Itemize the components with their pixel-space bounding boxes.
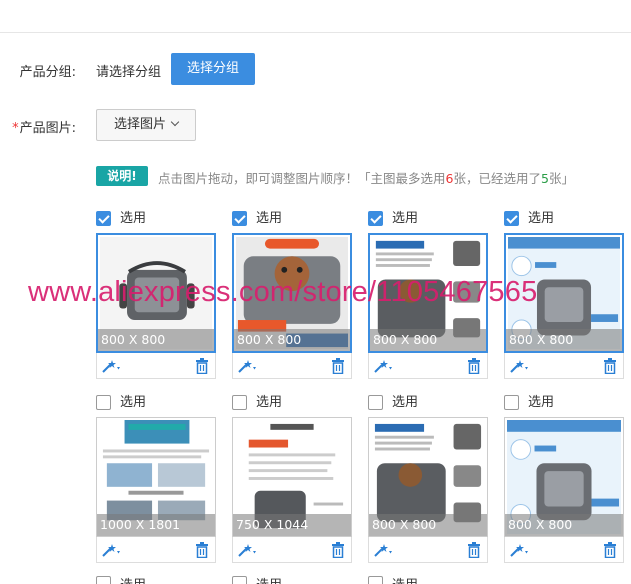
hint-row: 说明! 点击图片拖动，即可调整图片顺序！「主图最多选用6张，已经选用了5张」 xyxy=(96,166,626,186)
image-size-label: 800 X 800 xyxy=(98,329,214,351)
product-group-label: 产品分组: xyxy=(19,65,76,80)
trash-icon[interactable] xyxy=(195,358,209,374)
select-checkbox-label: 选用 xyxy=(256,578,282,584)
select-checkbox-row[interactable]: 选用 xyxy=(96,395,216,411)
select-checkbox-label: 选用 xyxy=(256,395,283,410)
hint-badge: 说明! xyxy=(96,166,148,186)
product-image-label: *产品图片: xyxy=(12,117,76,136)
store-watermark: www.aliexpress.com/store/1105467565 xyxy=(28,276,538,308)
trash-icon[interactable] xyxy=(331,358,345,374)
image-tools xyxy=(96,353,216,379)
hint-text-b: 张，已经选用了 xyxy=(453,171,541,186)
image-size-label: 1000 X 1801 xyxy=(97,514,215,536)
magic-wand-icon[interactable] xyxy=(509,359,531,373)
image-tools xyxy=(368,353,488,379)
product-image-row: *产品图片: 选择图片 xyxy=(0,109,631,141)
select-image-button-label: 选择图片 xyxy=(113,117,166,132)
select-checkbox-row[interactable]: 选用 xyxy=(232,576,352,584)
select-checkbox-row[interactable]: 选用 xyxy=(96,211,216,227)
image-thumbnail[interactable]: 800 X 800 xyxy=(504,417,624,537)
required-mark: * xyxy=(12,121,19,136)
select-checkbox[interactable] xyxy=(232,395,247,410)
magic-wand-icon[interactable] xyxy=(509,543,531,557)
hint-text-a: 点击图片拖动，即可调整图片顺序！「主图最多选用 xyxy=(158,171,446,186)
select-checkbox-row[interactable]: 选用 xyxy=(504,211,624,227)
select-checkbox[interactable] xyxy=(96,576,111,584)
product-image-label-text: 产品图片: xyxy=(19,121,76,136)
select-checkbox[interactable] xyxy=(232,576,247,584)
image-thumbnail[interactable]: 800 X 800 xyxy=(368,417,488,537)
image-tools xyxy=(96,537,216,563)
trash-icon[interactable] xyxy=(467,358,481,374)
hint-text-c: 张」 xyxy=(548,171,574,186)
product-group-row: 产品分组: 请选择分组 选择分组 xyxy=(0,53,631,85)
select-checkbox-row[interactable]: 选用 xyxy=(232,395,352,411)
select-checkbox[interactable] xyxy=(368,395,383,410)
image-size-label: 800 X 800 xyxy=(505,514,623,536)
select-checkbox[interactable] xyxy=(368,211,383,226)
product-group-value: 请选择分组 xyxy=(96,65,162,80)
magic-wand-icon[interactable] xyxy=(101,359,123,373)
trash-icon[interactable] xyxy=(331,542,345,558)
trash-icon[interactable] xyxy=(195,542,209,558)
hint-text: 点击图片拖动，即可调整图片顺序！「主图最多选用6张，已经选用了5张」 xyxy=(158,168,574,187)
trash-icon[interactable] xyxy=(467,542,481,558)
chevron-down-icon xyxy=(170,117,180,127)
image-size-label: 800 X 800 xyxy=(369,514,487,536)
select-checkbox-row[interactable]: 选用 xyxy=(368,211,488,227)
image-size-label: 750 X 1044 xyxy=(233,514,351,536)
select-checkbox-label: 选用 xyxy=(120,578,146,584)
select-checkbox-label: 选用 xyxy=(120,395,147,410)
image-tools xyxy=(504,537,624,563)
select-checkbox-label: 选用 xyxy=(392,395,419,410)
select-image-button[interactable]: 选择图片 xyxy=(96,109,196,141)
select-checkbox-row[interactable]: 选用 xyxy=(504,395,624,411)
select-checkbox-label: 选用 xyxy=(120,211,147,226)
image-tools xyxy=(232,537,352,563)
magic-wand-icon[interactable] xyxy=(373,359,395,373)
select-checkbox-row[interactable]: 选用 xyxy=(368,395,488,411)
select-checkbox-row[interactable]: 选用 xyxy=(368,576,488,584)
select-checkbox[interactable] xyxy=(232,211,247,226)
image-thumbnail[interactable]: 750 X 1044 xyxy=(232,417,352,537)
image-size-label: 800 X 800 xyxy=(506,329,622,351)
select-checkbox-label: 选用 xyxy=(392,578,418,584)
hint-used-count: 5 xyxy=(540,171,549,186)
magic-wand-icon[interactable] xyxy=(237,543,259,557)
select-checkbox-row[interactable]: 选用 xyxy=(232,211,352,227)
magic-wand-icon[interactable] xyxy=(373,543,395,557)
select-checkbox[interactable] xyxy=(368,576,383,584)
select-checkbox-label: 选用 xyxy=(392,211,419,226)
magic-wand-icon[interactable] xyxy=(237,359,259,373)
select-checkbox-row[interactable]: 选用 xyxy=(96,576,216,584)
magic-wand-icon[interactable] xyxy=(101,543,123,557)
select-checkbox[interactable] xyxy=(96,395,111,410)
select-checkbox[interactable] xyxy=(504,211,519,226)
trash-icon[interactable] xyxy=(603,542,617,558)
image-tools xyxy=(368,537,488,563)
image-tools xyxy=(232,353,352,379)
select-group-button[interactable]: 选择分组 xyxy=(171,53,255,85)
image-thumbnail[interactable]: 1000 X 1801 xyxy=(96,417,216,537)
image-tools xyxy=(504,353,624,379)
trash-icon[interactable] xyxy=(603,358,617,374)
select-checkbox-label: 选用 xyxy=(528,395,555,410)
select-checkbox[interactable] xyxy=(504,395,519,410)
select-checkbox[interactable] xyxy=(96,211,111,226)
select-checkbox-label: 选用 xyxy=(528,211,555,226)
image-size-label: 800 X 800 xyxy=(370,329,486,351)
image-size-label: 800 X 800 xyxy=(234,329,350,351)
top-divider xyxy=(0,32,631,33)
select-checkbox-label: 选用 xyxy=(256,211,283,226)
